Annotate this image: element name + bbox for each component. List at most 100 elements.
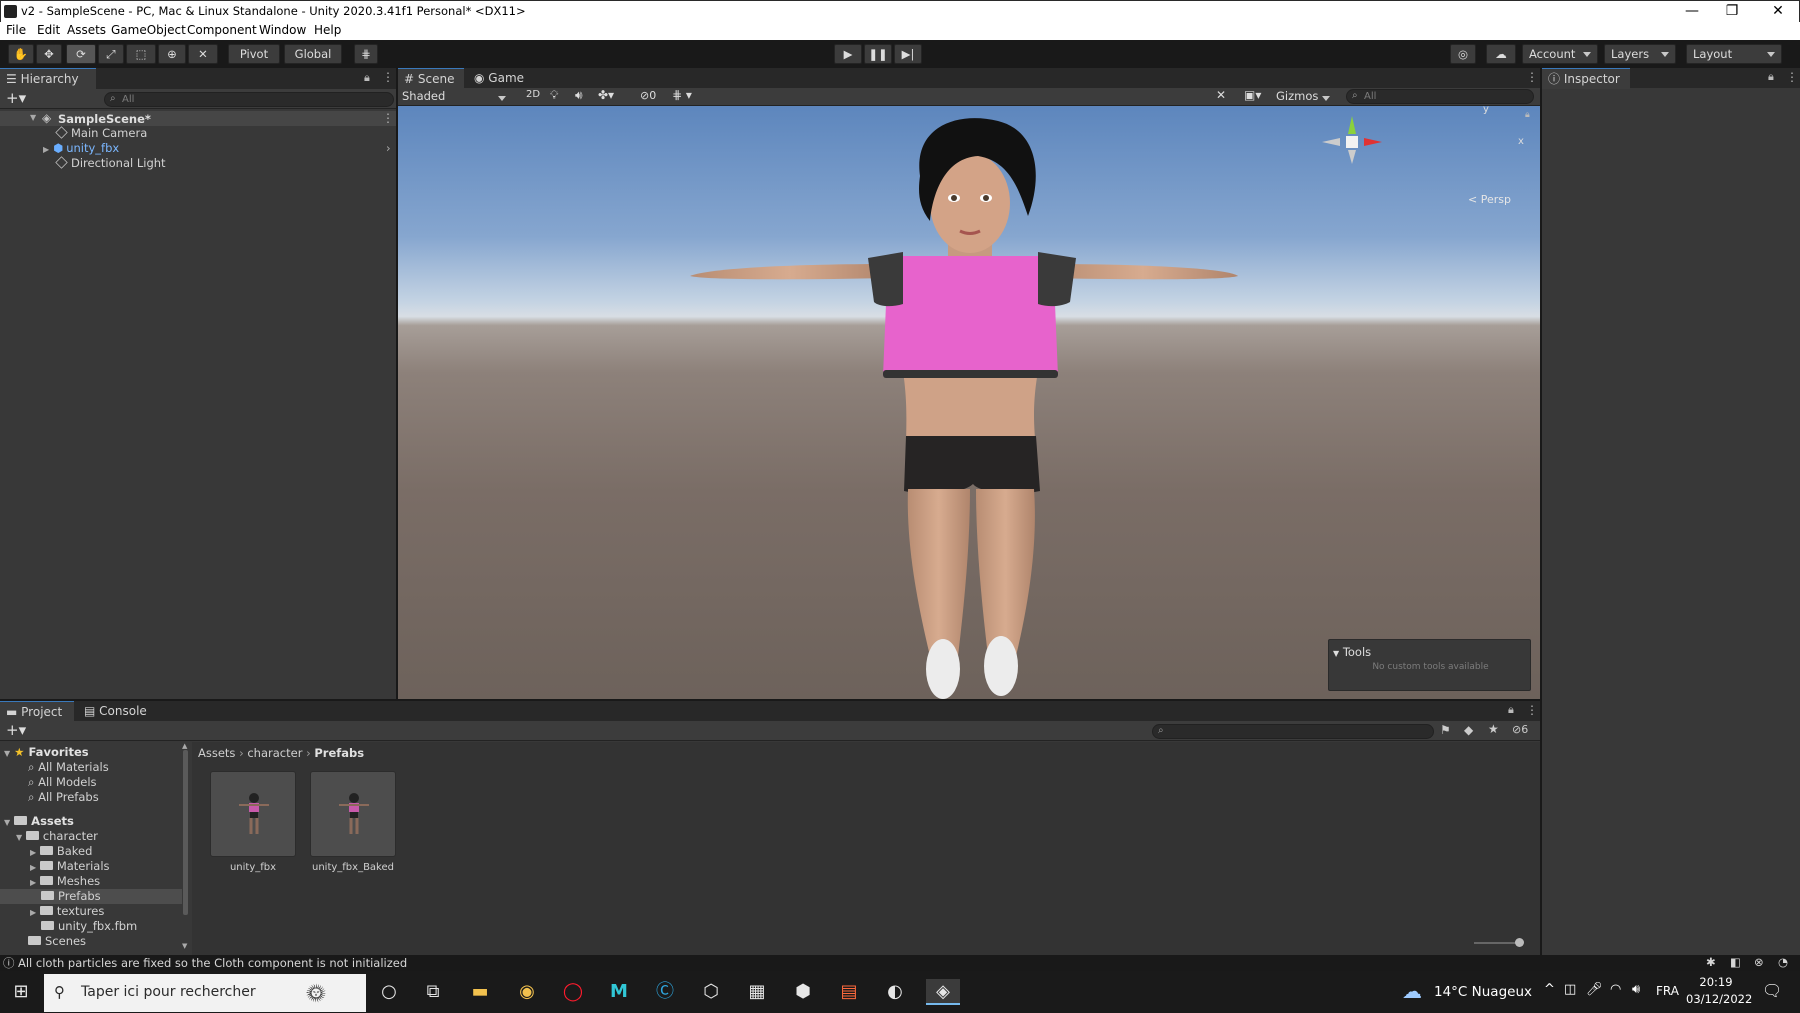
notification-icon[interactable]: 🗨︎ bbox=[1762, 981, 1782, 1000]
custom-tool-button[interactable]: ✕ bbox=[188, 44, 218, 64]
asset-thumbnail-unity-fbx[interactable] bbox=[210, 771, 296, 857]
lock-icon[interactable]: 🔒︎ bbox=[364, 71, 370, 85]
project-search-input[interactable] bbox=[1152, 724, 1434, 739]
project-create-icon[interactable]: +▾ bbox=[6, 721, 26, 739]
camera-icon[interactable]: ▣▾ bbox=[1244, 88, 1261, 102]
maximize-button[interactable]: ❐ bbox=[1709, 1, 1755, 22]
tray-chevron-icon[interactable]: ^ bbox=[1544, 982, 1555, 997]
tree-scrollbar[interactable] bbox=[183, 750, 188, 915]
assets-header[interactable]: ▼ Assets bbox=[4, 814, 74, 829]
thumbnail-size-slider[interactable] bbox=[1474, 942, 1520, 944]
collapse-arrow-icon[interactable]: ▼ bbox=[1333, 649, 1339, 658]
create-plus-icon[interactable]: +▾ bbox=[6, 89, 26, 107]
scene-more-menu-icon[interactable]: ⋮ bbox=[1526, 70, 1538, 84]
breadcrumb-assets[interactable]: Assets bbox=[198, 746, 235, 760]
inspector-lock-icon[interactable]: 🔒︎ bbox=[1768, 70, 1774, 84]
hand-tool-button[interactable]: ✋ bbox=[8, 44, 34, 64]
favorite-item[interactable]: ⌕ All Materials bbox=[28, 760, 109, 775]
scroll-up-icon[interactable]: ▲ bbox=[182, 742, 187, 750]
expand-arrow-icon[interactable]: ▶ bbox=[30, 848, 36, 857]
cache-icon[interactable]: ◧ bbox=[1730, 955, 1741, 969]
tree-folder-materials[interactable]: ▶ Materials bbox=[30, 859, 110, 874]
expand-arrow-icon[interactable]: ▶ bbox=[43, 145, 49, 154]
favorite-star-icon[interactable]: ★ bbox=[1488, 722, 1499, 736]
global-toggle[interactable]: Global bbox=[284, 44, 342, 64]
tree-folder-fbm[interactable]: unity_fbx.fbm bbox=[41, 919, 137, 934]
expand-arrow-icon[interactable]: ▼ bbox=[4, 749, 10, 758]
effects-icon[interactable]: ✤▾ bbox=[598, 88, 614, 102]
pivot-toggle[interactable]: Pivot bbox=[228, 44, 280, 64]
ccleaner-icon[interactable]: Ⓒ bbox=[652, 979, 678, 1005]
asset-thumbnail-unity-fbx-baked[interactable] bbox=[310, 771, 396, 857]
inspector-more-icon[interactable]: ⋮ bbox=[1786, 70, 1798, 84]
volume-icon[interactable]: 🔊︎ bbox=[1632, 982, 1640, 997]
scene-more-icon[interactable]: ⋮ bbox=[382, 111, 394, 125]
maya-icon[interactable]: M bbox=[606, 979, 632, 1005]
obs-icon[interactable]: ◐ bbox=[882, 979, 908, 1005]
cloud-button[interactable]: ☁ bbox=[1486, 44, 1516, 64]
tree-folder-character[interactable]: ▼ character bbox=[16, 829, 98, 844]
tree-folder-meshes[interactable]: ▶ Meshes bbox=[30, 874, 100, 889]
more-menu-icon[interactable]: ⋮ bbox=[382, 70, 394, 84]
menu-assets[interactable]: Assets bbox=[67, 23, 106, 37]
chrome-icon[interactable]: ◉ bbox=[514, 979, 540, 1005]
status-message[interactable]: All cloth particles are fixed so the Clo… bbox=[18, 956, 407, 970]
tree-folder-textures[interactable]: ▶ textures bbox=[30, 904, 104, 919]
tab-project[interactable]: ▬ Project bbox=[0, 701, 74, 722]
tab-game[interactable]: ◉ Game bbox=[468, 68, 528, 89]
search-by-label-icon[interactable]: ◆ bbox=[1464, 723, 1473, 737]
tab-console[interactable]: ▤ Console bbox=[78, 701, 158, 722]
rotate-tool-button[interactable]: ⟳ bbox=[66, 44, 96, 64]
menu-gameobject[interactable]: GameObject bbox=[111, 23, 186, 37]
tree-folder-scenes[interactable]: Scenes bbox=[28, 934, 86, 949]
clock-date[interactable]: 03/12/2022 bbox=[1686, 992, 1752, 1006]
shading-dropdown[interactable]: Shaded bbox=[400, 89, 512, 105]
opera-icon[interactable]: ◯ bbox=[560, 979, 586, 1005]
expand-arrow-icon[interactable]: ▼ bbox=[16, 833, 22, 842]
hidden-packages-toggle[interactable]: ⊘6 bbox=[1512, 723, 1528, 736]
scene-search-input[interactable]: All bbox=[1346, 89, 1534, 104]
breadcrumb-character[interactable]: character bbox=[247, 746, 302, 760]
language-indicator[interactable]: FRA bbox=[1656, 984, 1679, 998]
winrar-icon[interactable]: ▤ bbox=[836, 979, 862, 1005]
tab-scene[interactable]: # Scene bbox=[398, 68, 464, 89]
bake-icon[interactable]: ⊗ bbox=[1754, 955, 1764, 969]
account-dropdown[interactable]: Account bbox=[1522, 44, 1598, 64]
favorite-item[interactable]: ⌕ All Models bbox=[28, 775, 97, 790]
hierarchy-item[interactable]: Directional Light bbox=[0, 156, 166, 171]
collab-button[interactable]: ◎ bbox=[1450, 44, 1476, 64]
tab-hierarchy[interactable]: ☰ Hierarchy bbox=[0, 68, 96, 89]
tools-overlay-title[interactable]: ▼ Tools bbox=[1333, 645, 1371, 659]
menu-file[interactable]: File bbox=[6, 23, 26, 37]
move-tool-button[interactable]: ✥ bbox=[36, 44, 62, 64]
slider-handle[interactable] bbox=[1515, 938, 1524, 947]
favorite-item[interactable]: ⌕ All Prefabs bbox=[28, 790, 99, 805]
file-explorer-icon[interactable]: ▬ bbox=[467, 979, 493, 1005]
clock-time[interactable]: 20:19 bbox=[1686, 975, 1746, 989]
grid-visibility-icon[interactable]: ⋕ ▾ bbox=[672, 88, 692, 102]
unity-editor-taskbar-icon[interactable]: ◈ bbox=[926, 979, 960, 1005]
windows-start-icon[interactable]: ⊞ bbox=[8, 979, 34, 1005]
gizmo-lock-icon[interactable]: 🔒︎ bbox=[1525, 110, 1530, 120]
close-window-button[interactable]: ✕ bbox=[1755, 1, 1800, 22]
expand-arrow-icon[interactable]: ▶ bbox=[30, 908, 36, 917]
menu-window[interactable]: Window bbox=[259, 23, 306, 37]
hierarchy-item[interactable]: ▶ ⬢ unity_fbx › bbox=[0, 141, 396, 156]
menu-help[interactable]: Help bbox=[314, 23, 341, 37]
audio-icon[interactable]: 🔊︎ bbox=[575, 88, 583, 103]
cortana-icon[interactable]: ○ bbox=[376, 979, 402, 1005]
scene-viewport[interactable]: y x 🔒︎ < Persp ▼ Tools No custom tools a… bbox=[398, 106, 1540, 699]
transform-tool-button[interactable]: ⊕ bbox=[158, 44, 186, 64]
hierarchy-item[interactable]: Main Camera bbox=[0, 126, 147, 141]
task-view-icon[interactable]: ⧉ bbox=[420, 979, 446, 1005]
scene-orientation-gizmo[interactable] bbox=[1308, 106, 1398, 186]
character-model[interactable] bbox=[398, 106, 1540, 699]
expand-arrow-icon[interactable]: ▶ bbox=[30, 878, 36, 887]
wifi-icon[interactable]: ◠ bbox=[1610, 982, 1621, 997]
scale-tool-button[interactable]: ⤢ bbox=[98, 44, 124, 64]
scene-row[interactable]: ▼ ◈ SampleScene* ⋮ bbox=[0, 111, 396, 126]
menu-edit[interactable]: Edit bbox=[37, 23, 60, 37]
breadcrumb-prefabs[interactable]: Prefabs bbox=[314, 746, 364, 760]
expand-arrow-icon[interactable]: ▶ bbox=[30, 863, 36, 872]
tray-app-icon[interactable]: ◫ bbox=[1564, 982, 1576, 997]
